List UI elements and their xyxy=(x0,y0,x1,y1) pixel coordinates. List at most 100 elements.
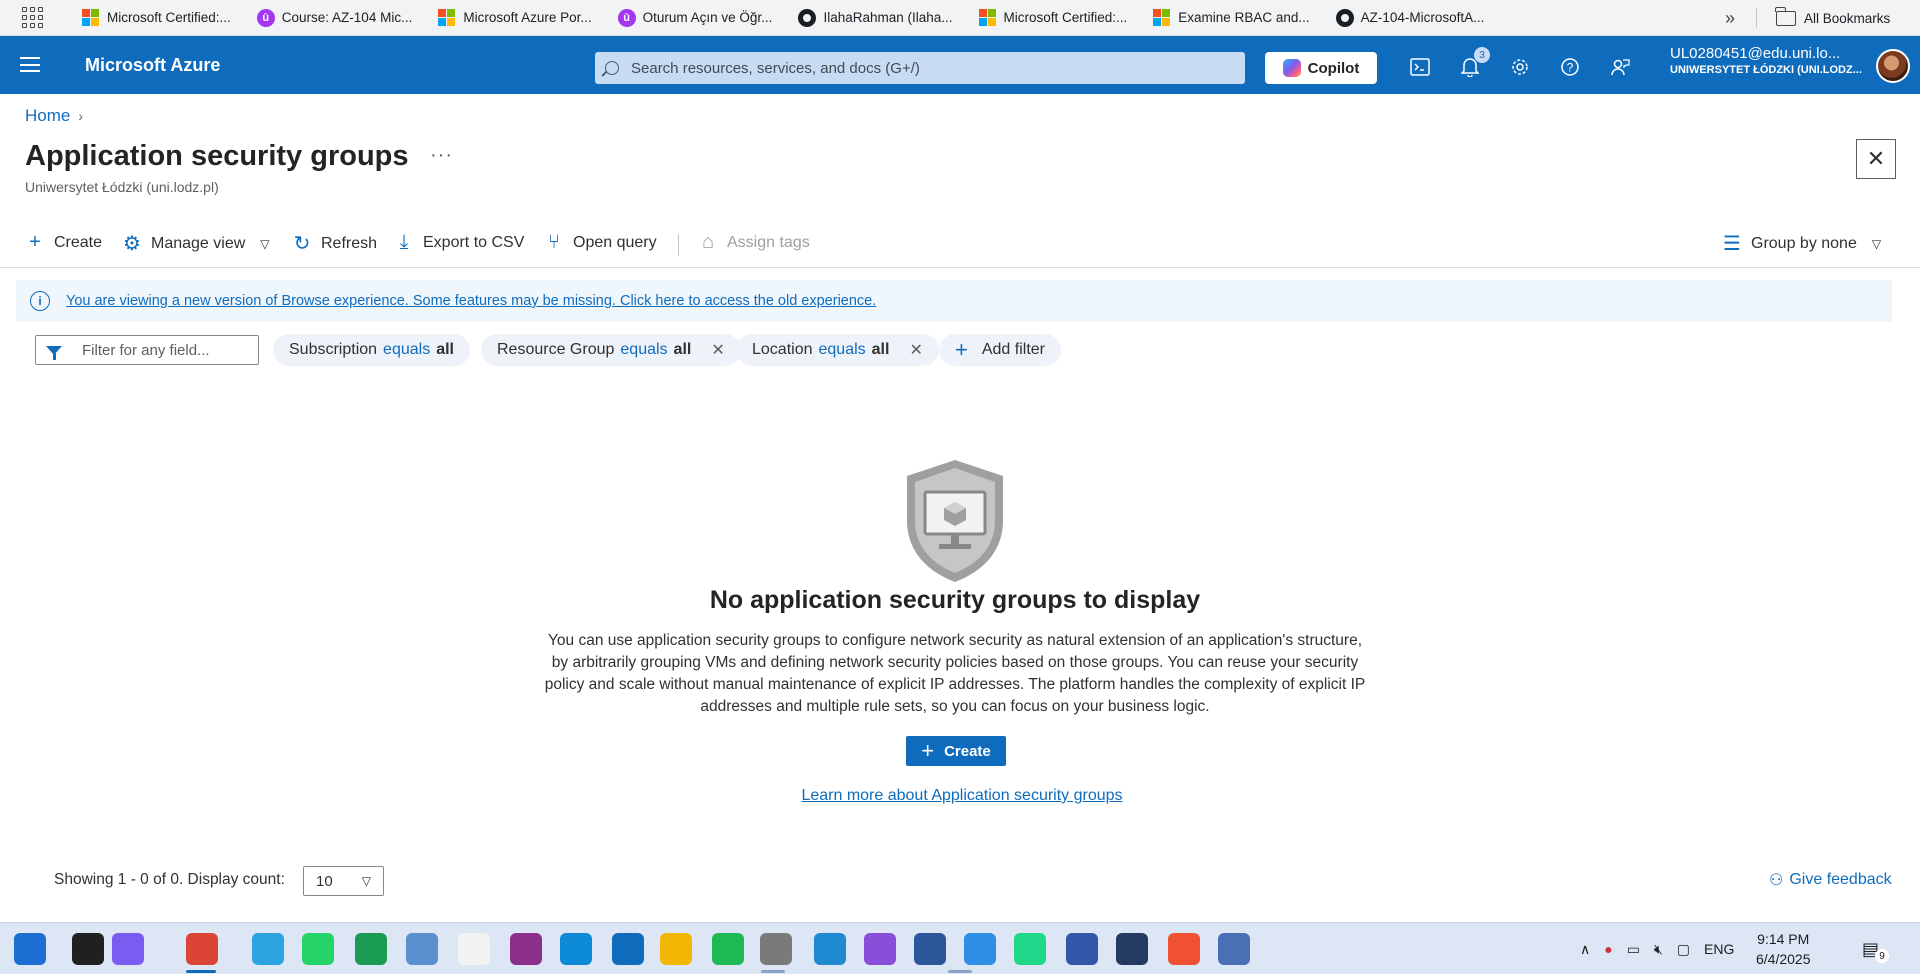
taskbar-app-github-desktop-icon[interactable] xyxy=(864,933,896,965)
remove-filter-icon[interactable]: ✕ xyxy=(711,340,724,360)
taskbar-clock[interactable]: 9:14 PM 6/4/2025 xyxy=(1756,929,1811,969)
group-by-dropdown[interactable]: ☰ Group by none ▽ xyxy=(1722,231,1881,256)
github-logo-icon xyxy=(798,8,817,27)
assign-tags-label: Assign tags xyxy=(727,233,810,251)
bookmark-item[interactable]: ū Course: AZ-104 Mic... xyxy=(249,4,421,32)
security-shield-icon[interactable]: ● xyxy=(1604,941,1612,957)
taskbar-app-copilot-icon[interactable] xyxy=(112,933,144,965)
notification-center-icon[interactable]: ▤ 9 xyxy=(1862,923,1890,974)
taskbar-app-whatsapp-icon[interactable] xyxy=(302,933,334,965)
taskbar-app-pycharm-icon[interactable] xyxy=(1014,933,1046,965)
query-branch-icon: ⑂ xyxy=(548,231,560,253)
taskbar-app-file-explorer-icon[interactable] xyxy=(660,933,692,965)
language-indicator[interactable]: ENG xyxy=(1704,941,1734,957)
apps-grid-icon[interactable] xyxy=(20,6,44,30)
filter-input[interactable]: Filter for any field... xyxy=(35,335,259,365)
give-feedback-link[interactable]: ⚇ Give feedback xyxy=(1769,870,1892,890)
taskbar-app-vscode-icon[interactable] xyxy=(814,933,846,965)
taskbar-app-network-tool-icon[interactable] xyxy=(1218,933,1250,965)
assign-tags-button[interactable]: ⌂ Assign tags xyxy=(698,231,810,254)
help-question-icon[interactable]: ? xyxy=(1558,55,1582,79)
give-feedback-label: Give feedback xyxy=(1789,871,1892,888)
taskbar-app-start-icon[interactable] xyxy=(14,933,46,965)
export-csv-button[interactable]: ⤓ Export to CSV xyxy=(394,231,525,254)
taskbar-app-git-tool-icon[interactable] xyxy=(1168,933,1200,965)
manage-view-label: Manage view xyxy=(151,234,246,252)
feedback-person-icon: ⚇ xyxy=(1769,872,1784,889)
group-by-label: Group by none xyxy=(1751,234,1857,252)
create-command-button[interactable]: + Create xyxy=(25,231,102,254)
bookmark-item[interactable]: AZ-104-MicrosoftA... xyxy=(1328,4,1493,32)
manage-view-button[interactable]: ⚙ Manage view ▽ xyxy=(122,231,269,256)
open-query-button[interactable]: ⑂ Open query xyxy=(544,231,657,254)
create-asg-button[interactable]: + Create xyxy=(906,736,1006,766)
bookmarks-divider xyxy=(1756,8,1757,28)
microsoft-logo-icon xyxy=(438,8,456,27)
settings-gear-icon[interactable] xyxy=(1508,55,1532,79)
taskbar-app-contacts-icon[interactable] xyxy=(406,933,438,965)
taskbar-app-edge-icon[interactable] xyxy=(560,933,592,965)
account-menu[interactable]: UL0280451@edu.uni.lo... UNIWERSYTET ŁÓDZ… xyxy=(1670,45,1862,76)
feedback-person-icon[interactable] xyxy=(1608,55,1632,79)
bookmark-item[interactable]: IlahaRahman (Ilaha... xyxy=(790,4,960,32)
remove-filter-icon[interactable]: ✕ xyxy=(909,340,922,360)
taskbar-app-powershell-icon[interactable] xyxy=(1116,933,1148,965)
plus-icon: + xyxy=(29,231,41,253)
cloud-shell-icon[interactable] xyxy=(1408,55,1432,79)
chevron-up-icon[interactable]: ∧ xyxy=(1580,941,1590,958)
copilot-button[interactable]: Copilot xyxy=(1265,52,1377,84)
taskbar-app-notepad-icon[interactable] xyxy=(458,933,490,965)
taskbar-app-spotify-icon[interactable] xyxy=(712,933,744,965)
battery-icon[interactable]: ▭ xyxy=(1627,941,1640,958)
filter-pill-location[interactable]: Location equals all ✕ xyxy=(736,334,939,366)
taskbar-app-onedrive-icon[interactable] xyxy=(964,933,996,965)
bookmark-item[interactable]: ū Oturum Açın ve Öğr... xyxy=(610,4,781,32)
microsoft-logo-icon xyxy=(978,8,997,27)
taskbar-app-clion-icon[interactable] xyxy=(355,933,387,965)
plus-icon: + xyxy=(921,738,935,763)
taskbar-app-telegram-icon[interactable] xyxy=(252,933,284,965)
refresh-button[interactable]: ↻ Refresh xyxy=(292,231,377,256)
filter-operator: equals xyxy=(818,341,866,358)
more-options-icon[interactable]: ··· xyxy=(430,144,453,167)
taskbar-app-app-m-icon[interactable] xyxy=(1066,933,1098,965)
filter-pill-subscription[interactable]: Subscription equals all xyxy=(273,334,470,366)
taskbar-app-outlook-icon[interactable] xyxy=(612,933,644,965)
global-search-input[interactable]: Search resources, services, and docs (G+… xyxy=(595,52,1245,84)
svg-text:?: ? xyxy=(1567,61,1574,75)
portal-menu-icon[interactable] xyxy=(20,57,40,72)
bookmark-item[interactable]: Examine RBAC and... xyxy=(1145,4,1317,32)
brand-name[interactable]: Microsoft Azure xyxy=(85,55,220,76)
display-count-select[interactable]: 10 ▽ xyxy=(303,866,384,896)
windows-taskbar: ∧ ● ▭ 🔇︎ ▢ ENG 9:14 PM 6/4/2025 ▤ 9 xyxy=(0,922,1920,974)
shield-monitor-icon xyxy=(907,460,1003,582)
taskbar-app-chrome-icon[interactable] xyxy=(186,933,218,965)
old-experience-link[interactable]: You are viewing a new version of Browse … xyxy=(66,293,876,309)
bookmarks-overflow-icon[interactable]: » xyxy=(1716,4,1744,32)
bookmark-item[interactable]: Microsoft Azure Por... xyxy=(430,4,599,32)
empty-state-description: You can use application security groups … xyxy=(544,632,1366,715)
all-bookmarks-button[interactable]: All Bookmarks xyxy=(1775,4,1890,32)
bookmark-item[interactable]: Microsoft Certified:... xyxy=(971,4,1136,32)
display-icon[interactable]: ▢ xyxy=(1677,941,1690,958)
info-icon: i xyxy=(30,291,50,311)
taskbar-app-word-icon[interactable] xyxy=(914,933,946,965)
breadcrumb-home-link[interactable]: Home xyxy=(25,106,70,126)
create-asg-label: Create xyxy=(944,742,991,760)
avatar[interactable] xyxy=(1876,49,1910,83)
github-logo-icon xyxy=(1335,8,1354,27)
bookmark-label: IlahaRahman (Ilaha... xyxy=(823,10,953,25)
filter-pill-resource-group[interactable]: Resource Group equals all ✕ xyxy=(481,334,741,366)
taskbar-app-search-icon[interactable] xyxy=(72,933,104,965)
taskbar-app-remote-tool-icon[interactable] xyxy=(760,933,792,965)
bookmark-item[interactable]: Microsoft Certified:... xyxy=(74,4,239,32)
notifications-bell-icon[interactable]: 3 xyxy=(1458,47,1490,79)
learn-more-link[interactable]: Learn more about Application security gr… xyxy=(0,787,1920,805)
info-banner: i You are viewing a new version of Brows… xyxy=(16,280,1892,322)
taskbar-app-winrar-icon[interactable] xyxy=(510,933,542,965)
filter-field: Location xyxy=(752,341,813,358)
paging-summary: Showing 1 - 0 of 0. Display count: xyxy=(54,871,285,888)
close-blade-button[interactable]: ✕ xyxy=(1856,139,1896,179)
add-filter-button[interactable]: + Add filter xyxy=(939,334,1061,366)
volume-muted-icon[interactable]: 🔇︎ xyxy=(1654,941,1663,958)
